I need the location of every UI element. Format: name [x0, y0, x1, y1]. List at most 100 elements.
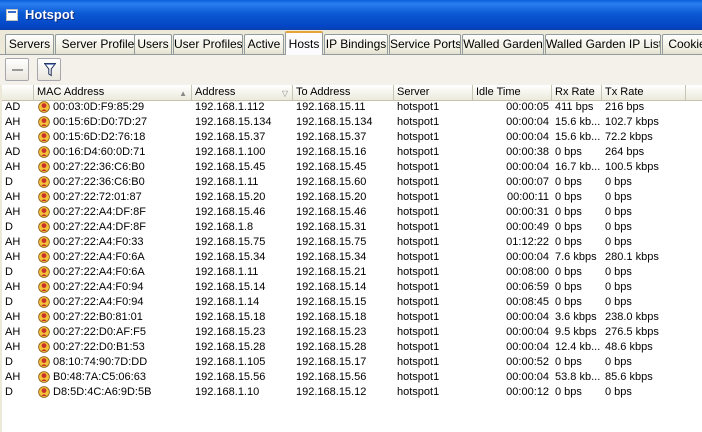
column-header-to-address[interactable]: To Address — [293, 85, 394, 100]
table-row[interactable]: D 08:10:74:90:7D:DD 192.168.1.105 192.168.1… — [2, 355, 702, 370]
address-cell: 192.168.1.10 — [195, 386, 260, 398]
rx-rate-cell: 7.6 kbps — [555, 251, 597, 263]
address-cell: 192.168.15.14 — [195, 281, 266, 293]
to-address-cell: 192.168.15.60 — [296, 176, 367, 188]
host-icon — [38, 341, 50, 353]
column-header-rx-rate[interactable]: Rx Rate — [552, 85, 602, 100]
mac-address-cell: 00:03:0D:F9:85:29 — [53, 101, 145, 113]
idle-time-cell: 00:00:04 — [506, 161, 549, 173]
flags-cell: D — [5, 356, 13, 368]
table-row[interactable]: AH 00:15:6D:D0:7D:27 192.168.15.134 192.168… — [2, 115, 702, 130]
window-app-icon[interactable] — [6, 9, 18, 21]
rx-rate-cell: 0 bps — [555, 146, 582, 158]
table-row[interactable]: D 00:27:22:A4:F0:6A 192.168.1.11 192.168.15… — [2, 265, 702, 280]
rx-rate-cell: 0 bps — [555, 236, 582, 248]
table-row[interactable]: AH 00:27:22:A4:F0:6A 192.168.15.34 192.168.… — [2, 250, 702, 265]
table-row[interactable]: AH 00:27:22:A4:F0:33 192.168.15.75 192.168.… — [2, 235, 702, 250]
sort-ascending-icon: ▲ — [179, 89, 187, 98]
column-header-idle-time[interactable]: Idle Time — [473, 85, 552, 100]
idle-time-cell: 00:00:31 — [506, 206, 549, 218]
mac-address-cell: 00:27:22:D0:B1:53 — [53, 341, 145, 353]
column-header-server[interactable]: Server — [394, 85, 473, 100]
idle-time-cell: 00:00:04 — [506, 116, 549, 128]
tab-service-ports[interactable]: Service Ports — [389, 34, 461, 54]
mac-address-cell: 00:27:22:A4:F0:33 — [53, 236, 144, 248]
filter-button[interactable] — [37, 58, 61, 81]
table-row[interactable]: AH B0:48:7A:C5:06:63 192.168.15.56 192.168.… — [2, 370, 702, 385]
tab-walled-garden-ip-list[interactable]: Walled Garden IP List — [545, 34, 661, 54]
remove-button[interactable] — [5, 58, 29, 81]
tab-walled-garden[interactable]: Walled Garden — [462, 34, 544, 54]
address-cell: 192.168.1.100 — [195, 146, 266, 158]
to-address-cell: 192.168.15.37 — [296, 131, 367, 143]
window-title: Hotspot — [25, 7, 75, 22]
rx-rate-cell: 16.7 kb... — [555, 161, 601, 173]
host-icon — [38, 236, 50, 248]
table-row[interactable]: AH 00:27:22:D0:B1:53 192.168.15.28 192.168.… — [2, 340, 702, 355]
table-row[interactable]: AD 00:03:0D:F9:85:29 192.168.1.112 192.168.… — [2, 100, 702, 115]
idle-time-cell: 01:12:22 — [506, 236, 549, 248]
tx-rate-cell: 0 bps — [605, 356, 632, 368]
table-row[interactable]: AH 00:27:22:A4:F0:94 192.168.15.14 192.168.… — [2, 280, 702, 295]
flags-cell: D — [5, 296, 13, 308]
to-address-cell: 192.168.15.16 — [296, 146, 367, 158]
address-cell: 192.168.1.14 — [195, 296, 260, 308]
mac-address-cell: 00:27:22:A4:F0:94 — [53, 296, 144, 308]
flags-cell: AD — [5, 146, 21, 158]
to-address-cell: 192.168.15.31 — [296, 221, 367, 233]
to-address-cell: 192.168.15.21 — [296, 266, 367, 278]
flags-cell: AH — [5, 236, 21, 248]
rx-rate-cell: 411 bps — [555, 101, 594, 113]
table-row[interactable]: AD 00:16:D4:60:0D:71 192.168.1.100 192.168.… — [2, 145, 702, 160]
address-cell: 192.168.15.28 — [195, 341, 266, 353]
tab-ip-bindings[interactable]: IP Bindings — [324, 34, 388, 54]
idle-time-cell: 00:00:04 — [506, 326, 549, 338]
tab-users[interactable]: Users — [134, 34, 172, 54]
tx-rate-cell: 72.2 kbps — [605, 131, 653, 143]
tx-rate-cell: 0 bps — [605, 221, 632, 233]
window-titlebar[interactable]: Hotspot — [0, 0, 702, 30]
host-icon — [38, 116, 50, 128]
table-row[interactable]: D 00:27:22:A4:F0:94 192.168.1.14 192.168.15… — [2, 295, 702, 310]
server-cell: hotspot1 — [397, 176, 440, 188]
flags-cell: AH — [5, 326, 21, 338]
hosts-table: MAC Address ▲ Address ▽ To Address Server Idle… — [2, 85, 702, 432]
column-header-tx-rate[interactable]: Tx Rate — [602, 85, 686, 100]
table-row[interactable]: AH 00:27:22:B0:81:01 192.168.15.18 192.168.… — [2, 310, 702, 325]
tab-hosts[interactable]: Hosts — [285, 31, 323, 55]
table-row[interactable]: D D8:5D:4C:A6:9D:5B 192.168.1.10 192.168.15… — [2, 385, 702, 400]
table-row[interactable]: AH 00:27:22:A4:DF:8F 192.168.15.46 192.168.… — [2, 205, 702, 220]
idle-time-cell: 00:00:04 — [506, 131, 549, 143]
column-header-label: Address — [195, 86, 236, 98]
tab-active[interactable]: Active — [244, 34, 284, 54]
column-header-address[interactable]: Address ▽ — [192, 85, 293, 100]
table-row[interactable]: AH 00:27:22:36:C6:B0 192.168.15.45 192.168.… — [2, 160, 702, 175]
flags-cell: AH — [5, 131, 21, 143]
tx-rate-cell: 0 bps — [605, 206, 632, 218]
column-header-mac-address[interactable]: MAC Address ▲ — [34, 85, 192, 100]
tab-cookie[interactable]: Cookie — [662, 34, 702, 54]
idle-time-cell: 00:00:49 — [506, 221, 549, 233]
column-header-flags[interactable] — [2, 85, 34, 100]
tab-servers[interactable]: Servers — [5, 34, 54, 54]
table-row[interactable]: AH 00:27:22:72:01:87 192.168.15.20 192.168.… — [2, 190, 702, 205]
table-row[interactable]: D 00:27:22:A4:DF:8F 192.168.1.8 192.168.15.… — [2, 220, 702, 235]
tx-rate-cell: 0 bps — [605, 266, 632, 278]
server-cell: hotspot1 — [397, 251, 440, 263]
host-icon — [38, 266, 50, 278]
idle-time-cell: 00:06:59 — [506, 281, 549, 293]
table-row[interactable]: D 00:27:22:36:C6:B0 192.168.1.11 192.168.15… — [2, 175, 702, 190]
table-row[interactable]: AH 00:15:6D:D2:76:18 192.168.15.37 192.168.… — [2, 130, 702, 145]
host-icon — [38, 176, 50, 188]
flags-cell: D — [5, 266, 13, 278]
tx-rate-cell: 0 bps — [605, 296, 632, 308]
table-row[interactable]: AH 00:27:22:D0:AF:F5 192.168.15.23 192.168.… — [2, 325, 702, 340]
flags-cell: AH — [5, 161, 21, 173]
server-cell: hotspot1 — [397, 326, 440, 338]
address-cell: 192.168.1.11 — [195, 176, 259, 188]
host-icon — [38, 311, 50, 323]
to-address-cell: 192.168.15.14 — [296, 281, 367, 293]
idle-time-cell: 00:00:07 — [506, 176, 549, 188]
tab-user-profiles[interactable]: User Profiles — [173, 34, 243, 54]
tx-rate-cell: 0 bps — [605, 236, 632, 248]
